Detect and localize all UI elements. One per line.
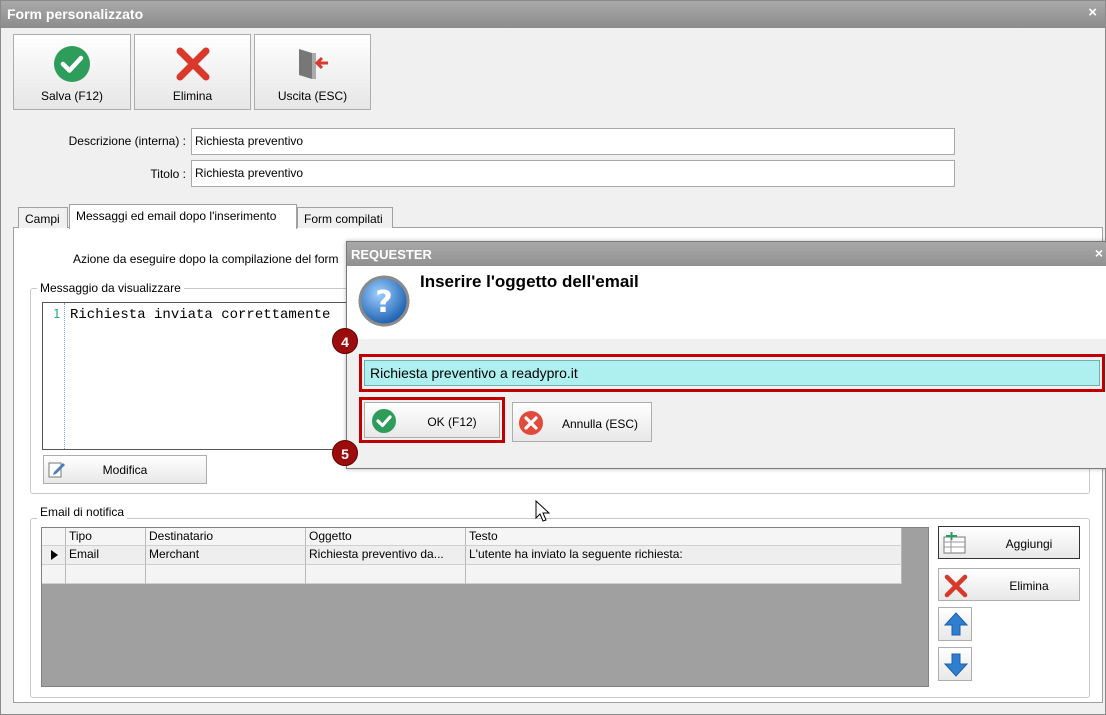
modify-button[interactable]: Modifica [43, 455, 207, 484]
new-row-cell[interactable] [66, 565, 146, 584]
svg-text:?: ? [375, 285, 392, 320]
grid-header-oggetto[interactable]: Oggetto [306, 528, 466, 546]
tab-messaggi[interactable]: Messaggi ed email dopo l'inserimento [69, 204, 297, 229]
subject-input[interactable]: Richiesta preventivo a readypro.it [364, 360, 1100, 386]
dialog-title: REQUESTER [351, 247, 432, 262]
description-label: Descrizione (interna) : [68, 134, 186, 148]
ok-button-label: OK (F12) [427, 415, 477, 429]
window-titlebar: Form personalizzato × [1, 1, 1105, 28]
check-icon [372, 409, 396, 433]
title-label: Titolo : [150, 167, 186, 181]
cancel-button[interactable]: Annulla (ESC) [512, 402, 652, 442]
move-down-button[interactable] [938, 647, 972, 681]
red-x-icon [944, 574, 968, 598]
new-row-cell[interactable] [306, 565, 466, 584]
check-icon [54, 46, 90, 82]
message-editor[interactable]: 1 Richiesta inviata correttamente [42, 302, 362, 450]
side-delete-button[interactable]: Elimina [938, 568, 1080, 601]
arrow-up-icon [943, 612, 969, 636]
email-group-title: Email di notifica [37, 505, 128, 519]
arrow-down-icon [943, 653, 969, 677]
dialog-header: ? Inserire l'oggetto dell'email [347, 266, 1106, 339]
cancel-icon [519, 411, 543, 435]
grid-cell[interactable]: Email [66, 546, 146, 565]
save-button[interactable]: Salva (F12) [13, 34, 131, 110]
window-close-icon[interactable]: × [1088, 4, 1097, 21]
editor-text: Richiesta inviata correttamente [70, 307, 331, 323]
red-x-icon [176, 47, 209, 81]
exit-button-label: Uscita (ESC) [277, 89, 348, 103]
grid-corner [42, 528, 66, 546]
tab-form-compilati[interactable]: Form compilati [297, 207, 393, 228]
new-row-cell[interactable] [146, 565, 306, 584]
editor-line-number: 1 [53, 307, 61, 321]
question-icon: ? [358, 275, 410, 327]
save-button-label: Salva (F12) [40, 89, 104, 103]
grid-cell[interactable]: Merchant [146, 546, 306, 565]
ok-button[interactable]: OK (F12) [364, 402, 500, 438]
delete-button-label: Elimina [172, 89, 213, 103]
grid-header-destinatario[interactable]: Destinatario [146, 528, 306, 546]
ok-highlight-box: OK (F12) [359, 397, 505, 443]
main-window: Form personalizzato × Salva (F12) Elimin… [0, 0, 1106, 715]
dialog-titlebar: REQUESTER × [347, 242, 1106, 266]
grid-cell[interactable]: L'utente ha inviato la seguente richiest… [466, 546, 902, 565]
title-input[interactable]: Richiesta preventivo [191, 160, 955, 187]
exit-button[interactable]: Uscita (ESC) [254, 34, 371, 110]
grid-header-testo[interactable]: Testo [466, 528, 902, 546]
exit-door-icon [298, 49, 328, 79]
cancel-button-label: Annulla (ESC) [561, 417, 639, 431]
new-row-selector[interactable] [42, 565, 66, 584]
dialog-prompt: Inserire l'oggetto dell'email [420, 272, 639, 291]
notification-grid[interactable]: Tipo Destinatario Oggetto Testo Email Me… [41, 527, 929, 687]
move-up-button[interactable] [938, 607, 972, 641]
description-input[interactable]: Richiesta preventivo [191, 128, 955, 155]
add-button[interactable]: Aggiungi [938, 526, 1080, 559]
modify-button-label: Modifica [102, 463, 148, 477]
dialog-close-icon[interactable]: × [1095, 245, 1103, 261]
row-selector-icon[interactable] [42, 546, 66, 565]
message-group-title: Messaggio da visualizzare [37, 281, 184, 295]
requester-dialog: REQUESTER × ? Inserire l'oggetto dell'em… [346, 241, 1106, 469]
input-highlight-box: Richiesta preventivo a readypro.it [359, 354, 1105, 392]
add-row-icon [943, 532, 966, 554]
mouse-cursor-icon [535, 500, 551, 522]
add-button-label: Aggiungi [1005, 537, 1053, 551]
side-delete-button-label: Elimina [1009, 579, 1049, 593]
step-badge-4: 4 [332, 328, 358, 354]
window-title: Form personalizzato [7, 6, 144, 22]
tab-campi[interactable]: Campi [18, 207, 68, 228]
new-row-cell[interactable] [466, 565, 902, 584]
grid-header-tipo[interactable]: Tipo [66, 528, 146, 546]
step-badge-5: 5 [332, 440, 358, 466]
grid-cell[interactable]: Richiesta preventivo da... [306, 546, 466, 565]
action-text: Azione da eseguire dopo la compilazione … [73, 252, 339, 266]
delete-button[interactable]: Elimina [134, 34, 251, 110]
